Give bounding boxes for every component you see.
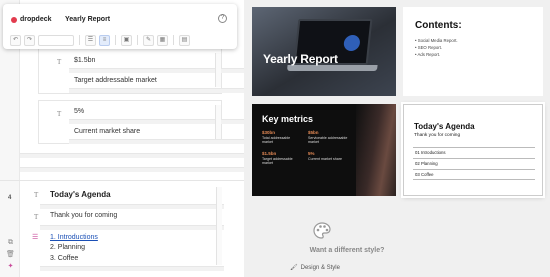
text-block-icon: T	[57, 58, 62, 66]
slide-subtitle: Thank you for coming	[414, 133, 461, 138]
bullet-list-icon[interactable]: ☰	[85, 34, 96, 46]
metric-label: Current market share	[308, 157, 342, 162]
design-style-button[interactable]: 🖌 Design & Style	[290, 264, 340, 272]
metric-label[interactable]: Current market share	[74, 128, 140, 135]
slide-heading: Contents:	[415, 20, 462, 31]
horizontal-scrollbar[interactable]	[40, 225, 224, 230]
editor-header: dropdeck Yearly Report ? ↶ ↷ ☰ ≡ ▣ ✎ ▦ ▤	[3, 4, 237, 49]
metric-label: Total addressable market	[262, 136, 291, 145]
toolbar-divider	[173, 35, 174, 45]
document-title[interactable]: Yearly Report	[65, 16, 110, 23]
horizontal-scrollbar[interactable]	[20, 153, 244, 158]
calendar-icon[interactable]: ▤	[179, 34, 190, 46]
slide-title: Yearly Report	[263, 52, 338, 66]
agenda-item[interactable]: 2. Planning	[50, 244, 85, 251]
brand-name: dropdeck	[20, 16, 52, 23]
brush-icon: 🖌	[290, 265, 298, 271]
table-icon[interactable]: ▦	[157, 34, 168, 46]
copy-icon[interactable]: ⧉	[6, 238, 15, 247]
agenda-item[interactable]: 3. Coffee	[50, 255, 78, 262]
metric-card[interactable]: T $1.5bn Target addressable market	[38, 49, 244, 94]
agenda-row: 01 Introductions	[413, 147, 535, 158]
metric-value: $1.5bn	[262, 151, 277, 156]
image-icon[interactable]: ▣	[121, 34, 132, 46]
delete-icon[interactable]: 🗑	[6, 250, 15, 259]
preview-pane: Yearly Report Contents: • Social Media R…	[244, 0, 550, 277]
toolbar-divider	[79, 35, 80, 45]
metric-item: 5% Current market share	[308, 151, 348, 162]
slide-heading: Key metrics	[262, 114, 314, 124]
numbered-list-icon[interactable]: ≡	[99, 34, 110, 46]
help-icon[interactable]: ?	[218, 14, 227, 23]
agenda-row: 02 Planning	[413, 158, 535, 169]
metric-value[interactable]: $1.5bn	[74, 57, 95, 64]
undo-icon[interactable]: ↶	[10, 34, 21, 46]
metric-label: Serviceable addressable market	[308, 136, 348, 145]
contents-item: • Social Media Report.	[415, 38, 458, 43]
vertical-scrollbar[interactable]	[215, 105, 221, 139]
different-style-prompt: Want a different style?	[309, 247, 385, 254]
metric-value[interactable]: 5%	[74, 108, 84, 115]
vertical-scrollbar[interactable]	[215, 53, 221, 87]
metric-value: 5%	[308, 151, 315, 156]
list-block-icon: ☰	[32, 233, 39, 241]
pen-icon[interactable]: ✎	[143, 34, 154, 46]
metric-item: $30bn Total addressable market	[262, 130, 302, 145]
redo-icon[interactable]: ↷	[24, 34, 35, 46]
contents-item: • SEO Report.	[415, 45, 443, 50]
toolbar-divider	[115, 35, 116, 45]
editor-pane: dropdeck Yearly Report ? ↶ ↷ ☰ ≡ ▣ ✎ ▦ ▤…	[0, 0, 244, 277]
agenda-item-link[interactable]: 1. Introductions	[50, 234, 98, 241]
design-style-label: Design & Style	[300, 264, 340, 271]
agenda-row: 03 Coffee	[413, 169, 535, 180]
horizontal-scrollbar[interactable]	[20, 167, 244, 172]
text-block-icon: T	[34, 191, 39, 199]
text-block-icon: T	[34, 213, 39, 221]
text-block-icon: T	[57, 110, 62, 118]
horizontal-scrollbar[interactable]	[40, 266, 224, 271]
brand-dot-icon	[11, 16, 17, 23]
slide-thumb-title[interactable]: Yearly Report	[252, 7, 396, 96]
contents-item: • Ads Report.	[415, 52, 441, 57]
vertical-scrollbar[interactable]	[216, 187, 222, 265]
metric-value: $30bn	[262, 130, 276, 135]
agenda-title-field[interactable]: Today's Agenda	[50, 190, 111, 199]
background-photo	[356, 104, 396, 196]
slide-number: 4	[8, 195, 12, 201]
slide-thumb-contents[interactable]: Contents: • Social Media Report. • SEO R…	[403, 7, 543, 96]
style-wand-icon[interactable]: ✦	[6, 262, 15, 271]
slide-divider	[0, 180, 244, 181]
chart-bubble-icon	[343, 35, 361, 51]
brand-logo[interactable]: dropdeck	[11, 16, 52, 23]
metric-item: $5bn Serviceable addressable market	[308, 130, 348, 145]
agenda-subtitle-field[interactable]: Thank you for coming	[50, 212, 117, 219]
heading-select[interactable]	[38, 34, 74, 46]
metric-value: $5bn	[308, 130, 319, 135]
metric-card[interactable]: T 5% Current market share	[38, 100, 244, 144]
contents-list: • Social Media Report. • SEO Report. • A…	[415, 37, 458, 58]
agenda-item[interactable]: 1. Introductions	[50, 234, 98, 241]
agenda-list: 01 Introductions 02 Planning 03 Coffee	[413, 147, 535, 180]
metric-label[interactable]: Target addressable market	[74, 77, 157, 84]
format-toolbar: ↶ ↷ ☰ ≡ ▣ ✎ ▦ ▤	[10, 34, 190, 46]
slide-thumb-agenda[interactable]: Today's Agenda Thank you for coming 01 I…	[403, 104, 543, 196]
metric-label: Target addressable market	[262, 157, 293, 166]
slide-heading: Today's Agenda	[414, 122, 475, 131]
slide-thumb-key-metrics[interactable]: Key metrics $30bn Total addressable marke…	[252, 104, 396, 196]
horizontal-scrollbar[interactable]	[69, 139, 244, 144]
metric-item: $1.5bn Target addressable market	[262, 151, 302, 166]
toolbar-divider	[137, 35, 138, 45]
horizontal-scrollbar[interactable]	[69, 88, 244, 93]
horizontal-scrollbar[interactable]	[40, 204, 224, 209]
palette-icon	[313, 222, 331, 239]
